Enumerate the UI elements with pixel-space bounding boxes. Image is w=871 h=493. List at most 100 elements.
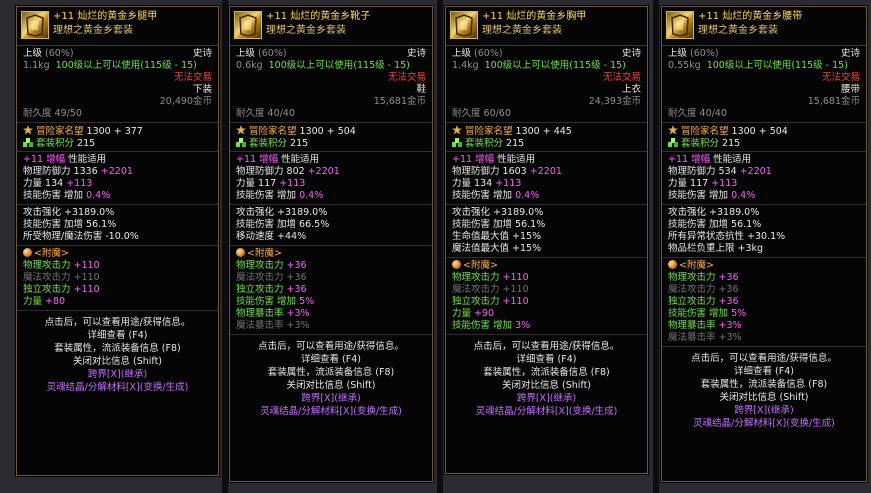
footer-close-compare: 关闭对比信息 (Shift): [719, 392, 809, 403]
item-tooltip-4: +11 灿烂的黄金乡腰带 理想之黄金乡套装 上级 (60%) 史诗 0.55kg 1…: [661, 6, 867, 482]
enchant-value: +36: [718, 296, 739, 307]
enchant-label: 魔法暴击率: [236, 320, 284, 331]
enchant-section: <附魔> 物理攻击力 +110 魔法攻击力 +110 独立攻击力 +110 力量 +8…: [17, 246, 218, 311]
bonus-option-line: 技能伤害 加增 66.5%: [236, 219, 330, 230]
enchant-value: +110: [502, 272, 529, 283]
grade-label: 上级 (60%): [236, 48, 287, 59]
enchant-line: 独立攻击力 +36: [236, 284, 426, 296]
skill-damage: 技能伤害 增加 0.4%: [236, 190, 324, 201]
set-points-icon: [668, 137, 678, 147]
enchant-orb-icon: [452, 260, 461, 269]
enchant-line: 魔法暴击率 +3%: [668, 332, 860, 344]
explorer-fame-icon: [452, 125, 462, 135]
enchant-value: +3%: [718, 332, 742, 343]
footer-soul-crystal: 灵魂结晶/分解材料[X](变换/生成): [693, 418, 835, 429]
equip-slot: 腰带: [840, 84, 860, 95]
physical-defense: 物理防御力 802 +2201: [236, 166, 340, 177]
rarity-label: 史诗: [192, 48, 212, 59]
item-meta: 冒险家名望 1300 + 504 套装积分 215: [230, 123, 432, 152]
rarity-label: 史诗: [621, 48, 641, 59]
enchant-line: 物理攻击力 +36: [668, 272, 860, 284]
bonus-option-line: 所有异常状态抗性 +30.1%: [668, 231, 786, 242]
item-stats: +11 增幅 性能适用 物理防御力 1336 +2201 力量 134 +113…: [17, 152, 218, 205]
explorer-fame-icon: [668, 125, 678, 135]
enchant-line: 魔法攻击力 +110: [23, 272, 212, 284]
tooltip-header: +11 灿烂的黄金乡靴子 理想之黄金乡套装: [230, 7, 432, 46]
footer-cross-inherit: 跨界[X](继承): [301, 393, 361, 404]
item-meta: 冒险家名望 1300 + 445 套装积分 215: [446, 123, 647, 152]
trade-status: 无法交易: [602, 72, 641, 83]
column-divider: [222, 0, 228, 493]
item-basic-info: 上级 (60%) 史诗 1.4kg 100级以上可以使用(115级 - 15) 无法…: [446, 46, 647, 123]
footer-detail-view: 详细查看 (F4): [516, 354, 577, 365]
set-points-icon: [236, 137, 246, 147]
enchant-label: 独立攻击力: [236, 284, 284, 295]
physical-defense: 物理防御力 1603 +2201: [452, 166, 562, 177]
footer-detail-view: 详细查看 (F4): [87, 330, 148, 341]
enchant-line: 物理暴击率 +3%: [668, 320, 860, 332]
bonus-option-line: 所受物理/魔法伤害 -10.0%: [23, 231, 139, 242]
enchant-value: 5%: [299, 296, 315, 307]
footer-set-info: 套装属性，流派装备信息 (F8): [700, 379, 828, 390]
footer-close-compare: 关闭对比信息 (Shift): [501, 380, 592, 391]
bonus-options: 攻击强化 +3189.0% 技能伤害 加增 56.1% 生命值最大值 +15% 魔法值…: [446, 205, 647, 258]
bonus-option-line: 生命值最大值 +15%: [452, 231, 542, 242]
item-weight: 0.6kg: [236, 60, 263, 71]
enchant-label: 物理攻击力: [452, 272, 500, 283]
tooltip-footer: 点击后，可以查看用途/获得信息。 详细查看 (F4) 套装属性，流派装备信息 (…: [17, 311, 218, 397]
item-icon: [234, 11, 262, 39]
bonus-option-line: 技能伤害 加增 56.1%: [23, 219, 117, 230]
enchant-line: 物理攻击力 +36: [236, 260, 426, 272]
enchant-value: +36: [718, 272, 739, 283]
bonus-option-line: 技能伤害 加增 56.1%: [668, 219, 762, 230]
enchant-value: +36: [286, 272, 307, 283]
footer-usage-hint: 点击后，可以查看用途/获得信息。: [44, 317, 191, 328]
bonus-option-line: 攻击强化 +3189.0%: [23, 207, 115, 218]
enchant-value: +3%: [718, 320, 742, 331]
enchant-line: 魔法攻击力 +36: [668, 284, 860, 296]
bonus-options: 攻击强化 +3189.0% 技能伤害 加增 66.5% 移动速度 +44%: [230, 205, 432, 246]
item-stats: +11 增幅 性能适用 物理防御力 534 +2201 力量 117 +113 …: [662, 152, 866, 205]
enchant-line: 物理暴击率 +3%: [236, 308, 426, 320]
skill-damage: 技能伤害 增加 0.4%: [668, 190, 756, 201]
item-stats: +11 增幅 性能适用 物理防御力 802 +2201 力量 117 +113 …: [230, 152, 432, 205]
item-icon: [666, 11, 694, 39]
item-tooltip-2: +11 灿烂的黄金乡靴子 理想之黄金乡套装 上级 (60%) 史诗 0.6kg 10…: [229, 6, 433, 482]
item-set-name: 理想之黄金乡套装: [482, 25, 562, 36]
durability: 耐久度 40/40: [668, 108, 727, 119]
enchant-orb-icon: [23, 248, 32, 257]
item-title: +11 灿烂的黄金乡靴子: [266, 11, 371, 22]
enchant-value: +36: [718, 284, 739, 295]
enchant-line: 力量 +90: [452, 308, 641, 320]
explorer-fame-icon: [23, 125, 33, 135]
footer-usage-hint: 点击后，可以查看用途/获得信息。: [691, 353, 837, 364]
item-set-name: 理想之黄金乡套装: [266, 25, 346, 36]
explorer-fame-icon: [236, 125, 246, 135]
durability: 耐久度 49/50: [23, 108, 82, 119]
enchant-orb-icon: [236, 248, 245, 257]
enchant-line: 物理攻击力 +110: [452, 272, 641, 284]
item-icon: [450, 11, 478, 39]
sell-price: 15,681金币: [807, 96, 860, 107]
level-requirement: 100级以上可以使用(115级 - 15): [484, 60, 626, 71]
bonus-option-line: 攻击强化 +3189.0%: [668, 207, 760, 218]
enchant-line: 魔法攻击力 +36: [236, 272, 426, 284]
strength-stat: 力量 134 +113: [23, 178, 93, 189]
enchant-value: +110: [73, 272, 100, 283]
equip-slot: 上衣: [621, 84, 641, 95]
skill-damage: 技能伤害 增加 0.4%: [23, 190, 111, 201]
strength-stat: 力量 134 +113: [452, 178, 522, 189]
enchant-value: 5%: [731, 308, 747, 319]
bonus-options: 攻击强化 +3189.0% 技能伤害 加增 56.1% 所有异常状态抗性 +30.1…: [662, 205, 866, 258]
trade-status: 无法交易: [387, 72, 426, 83]
enchant-label: 物理攻击力: [23, 260, 71, 271]
footer-soul-crystal: 灵魂结晶/分解材料[X](变换/生成): [260, 406, 402, 417]
item-title: +11 灿烂的黄金乡腿甲: [53, 11, 158, 22]
footer-soul-crystal: 灵魂结晶/分解材料[X](变换/生成): [475, 406, 618, 417]
enchant-value: 3%: [515, 320, 531, 331]
item-set-name: 理想之黄金乡套装: [698, 25, 778, 36]
equip-slot: 鞋: [416, 84, 426, 95]
footer-close-compare: 关闭对比信息 (Shift): [286, 380, 376, 391]
enchant-value: +110: [73, 260, 100, 271]
footer-detail-view: 详细查看 (F4): [734, 366, 794, 377]
